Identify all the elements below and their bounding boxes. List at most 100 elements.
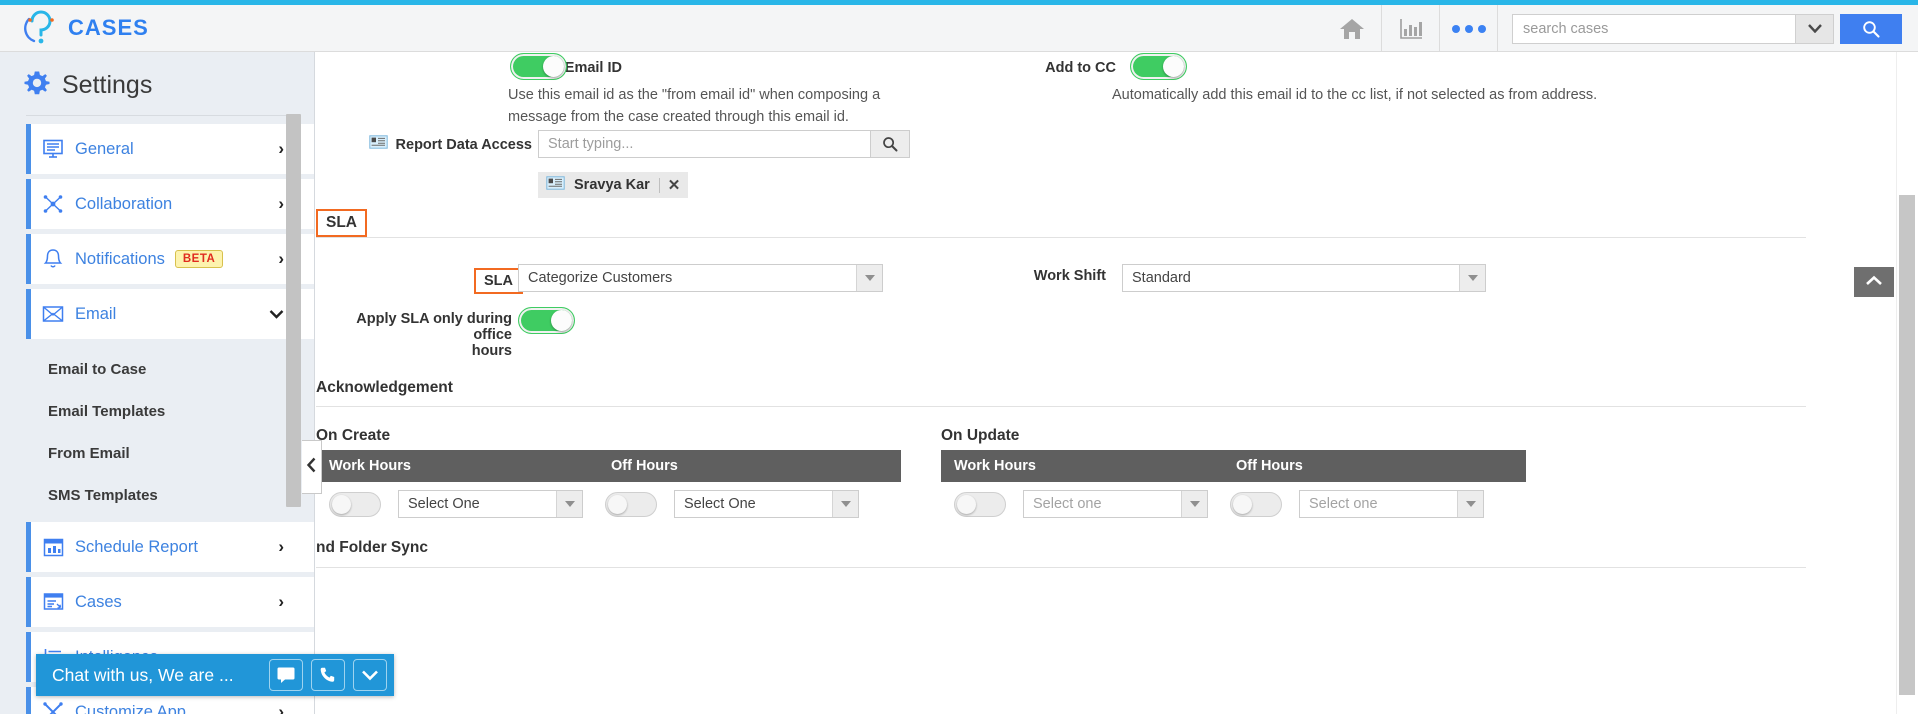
chat-collapse-chevron-down-icon[interactable] bbox=[353, 659, 387, 691]
folder-sync-heading: nd Folder Sync bbox=[316, 539, 428, 556]
sidebar-scrollbar-thumb[interactable] bbox=[286, 114, 301, 507]
folder-sync-divider bbox=[316, 567, 1806, 568]
sidebar-item-schedule-report[interactable]: Schedule Report › bbox=[26, 522, 314, 572]
sidebar-item-label: Schedule Report bbox=[75, 537, 198, 556]
caret-down-icon[interactable] bbox=[1459, 265, 1485, 291]
toggle-switch[interactable] bbox=[518, 307, 575, 334]
on-create-work-hours-select[interactable]: Select One bbox=[398, 490, 583, 518]
on-create-row: Select One Select One bbox=[316, 490, 901, 518]
main-content: From Email ID Use this email id as the "… bbox=[316, 52, 1918, 714]
work-shift-select-value: Standard bbox=[1132, 270, 1191, 286]
sla-field-label-wrap: SLA bbox=[474, 268, 523, 294]
more-dots-icon[interactable] bbox=[1439, 5, 1497, 52]
sidebar-subitem-email-to-case[interactable]: Email to Case bbox=[0, 348, 314, 390]
search-input[interactable] bbox=[1513, 14, 1795, 43]
caret-down-icon[interactable] bbox=[832, 491, 858, 517]
sidebar-subitem-sms-templates[interactable]: SMS Templates bbox=[0, 474, 314, 516]
chat-bubble-icon[interactable] bbox=[269, 659, 303, 691]
sidebar-collapse-toggle[interactable] bbox=[302, 440, 322, 494]
case-list-icon bbox=[31, 592, 75, 612]
on-update-off-hours-toggle[interactable] bbox=[1230, 491, 1282, 517]
apply-sla-office-hours-toggle[interactable] bbox=[518, 307, 575, 339]
sla-select[interactable]: Categorize Customers bbox=[518, 264, 883, 292]
network-icon bbox=[31, 193, 75, 215]
tools-icon bbox=[31, 701, 75, 714]
on-create-off-hours-toggle[interactable] bbox=[605, 491, 657, 517]
chevron-right-icon: › bbox=[278, 194, 284, 213]
sla-section-heading: SLA bbox=[316, 209, 367, 237]
sidebar-item-general[interactable]: General › bbox=[26, 124, 314, 174]
sidebar-item-label: Email bbox=[75, 304, 117, 323]
caret-down-icon[interactable] bbox=[856, 265, 882, 291]
question-mark-logo-icon bbox=[24, 9, 58, 47]
chevron-right-icon: › bbox=[278, 702, 284, 714]
main-scrollbar-track[interactable] bbox=[1896, 52, 1918, 714]
phone-icon[interactable] bbox=[311, 659, 345, 691]
work-shift-label-wrap: Work Shift bbox=[1016, 268, 1106, 284]
sidebar-subitem-label: SMS Templates bbox=[48, 486, 158, 504]
sidebar-item-cases[interactable]: Cases › bbox=[26, 577, 314, 627]
sidebar-item-label: Collaboration bbox=[75, 194, 173, 213]
sidebar-item-collaboration[interactable]: Collaboration › bbox=[26, 179, 314, 229]
chevron-up-icon bbox=[1865, 273, 1883, 291]
scroll-to-top-button[interactable] bbox=[1854, 267, 1894, 297]
sidebar-item-label: Notifications bbox=[75, 249, 165, 268]
sidebar-item-email[interactable]: Email bbox=[26, 289, 314, 339]
on-update-table-header: Work Hours Off Hours bbox=[941, 450, 1526, 482]
sidebar-subitem-from-email[interactable]: From Email bbox=[0, 432, 314, 474]
contact-card-icon bbox=[546, 176, 565, 194]
chat-widget[interactable]: Chat with us, We are ... bbox=[36, 654, 394, 696]
caret-down-icon[interactable] bbox=[1457, 491, 1483, 517]
bar-chart-icon[interactable] bbox=[1381, 5, 1439, 52]
brand[interactable]: CASES bbox=[24, 9, 149, 47]
select-value: Select One bbox=[684, 496, 756, 512]
on-update-work-hours-toggle[interactable] bbox=[954, 491, 1006, 517]
report-data-access-chips: Sravya Kar ✕ bbox=[538, 172, 689, 198]
chip-label: Sravya Kar bbox=[574, 177, 650, 193]
on-update-off-hours-select[interactable]: Select one bbox=[1299, 490, 1484, 518]
sidebar-item-label: Customize App bbox=[75, 702, 186, 714]
on-create-work-hours-toggle[interactable] bbox=[329, 491, 381, 517]
on-create-title: On Create bbox=[316, 427, 391, 444]
toggle-switch[interactable] bbox=[510, 53, 567, 80]
sidebar-subitem-label: From Email bbox=[48, 444, 130, 462]
on-update-title: On Update bbox=[941, 427, 1020, 444]
add-to-cc-toggle[interactable] bbox=[1130, 53, 1187, 85]
main-scrollbar-thumb[interactable] bbox=[1899, 195, 1915, 695]
work-shift-label: Work Shift bbox=[1033, 268, 1106, 284]
search-button[interactable] bbox=[1840, 13, 1902, 44]
home-icon[interactable] bbox=[1323, 5, 1381, 52]
close-icon[interactable]: ✕ bbox=[658, 177, 680, 193]
chevron-down-icon[interactable] bbox=[1795, 14, 1833, 43]
sidebar-subitem-label: Email to Case bbox=[48, 360, 147, 378]
on-update-work-hours-select[interactable]: Select one bbox=[1023, 490, 1208, 518]
search-icon[interactable] bbox=[870, 130, 910, 158]
add-to-cc-label-wrap: Add to CC bbox=[956, 60, 1116, 76]
toggle-knob bbox=[957, 494, 976, 514]
on-create-col-off-hours: Off Hours bbox=[611, 458, 678, 474]
work-shift-select[interactable]: Standard bbox=[1122, 264, 1486, 292]
topbar-actions bbox=[1323, 5, 1918, 52]
report-data-access-input[interactable] bbox=[538, 130, 870, 158]
add-to-cc-helper-text: Automatically add this email id to the c… bbox=[1112, 87, 1598, 103]
add-to-cc-label: Add to CC bbox=[1045, 60, 1116, 76]
toggle-knob bbox=[1163, 56, 1184, 77]
apply-sla-office-hours-label-line1: Apply SLA only during office bbox=[356, 311, 512, 343]
chevron-left-icon bbox=[306, 457, 317, 478]
settings-sidebar: Settings General › Collaboration › Notif… bbox=[0, 52, 315, 714]
sla-select-value: Categorize Customers bbox=[528, 270, 673, 286]
on-create-off-hours-select[interactable]: Select One bbox=[674, 490, 859, 518]
on-update-col-work-hours: Work Hours bbox=[954, 458, 1036, 474]
chip-sravya-kar[interactable]: Sravya Kar ✕ bbox=[538, 172, 689, 198]
caret-down-icon[interactable] bbox=[1181, 491, 1207, 517]
chevron-right-icon: › bbox=[278, 249, 284, 268]
caret-down-icon[interactable] bbox=[556, 491, 582, 517]
sidebar-subitem-email-templates[interactable]: Email Templates bbox=[0, 390, 314, 432]
select-value: Select one bbox=[1033, 496, 1102, 512]
toggle-switch[interactable] bbox=[1130, 53, 1187, 80]
sla-section-divider bbox=[316, 237, 1806, 238]
sidebar-item-label: General bbox=[75, 139, 134, 158]
sidebar-item-notifications[interactable]: Notifications BETA › bbox=[26, 234, 314, 284]
toggle-knob bbox=[332, 494, 351, 514]
from-email-id-toggle[interactable] bbox=[510, 53, 567, 85]
